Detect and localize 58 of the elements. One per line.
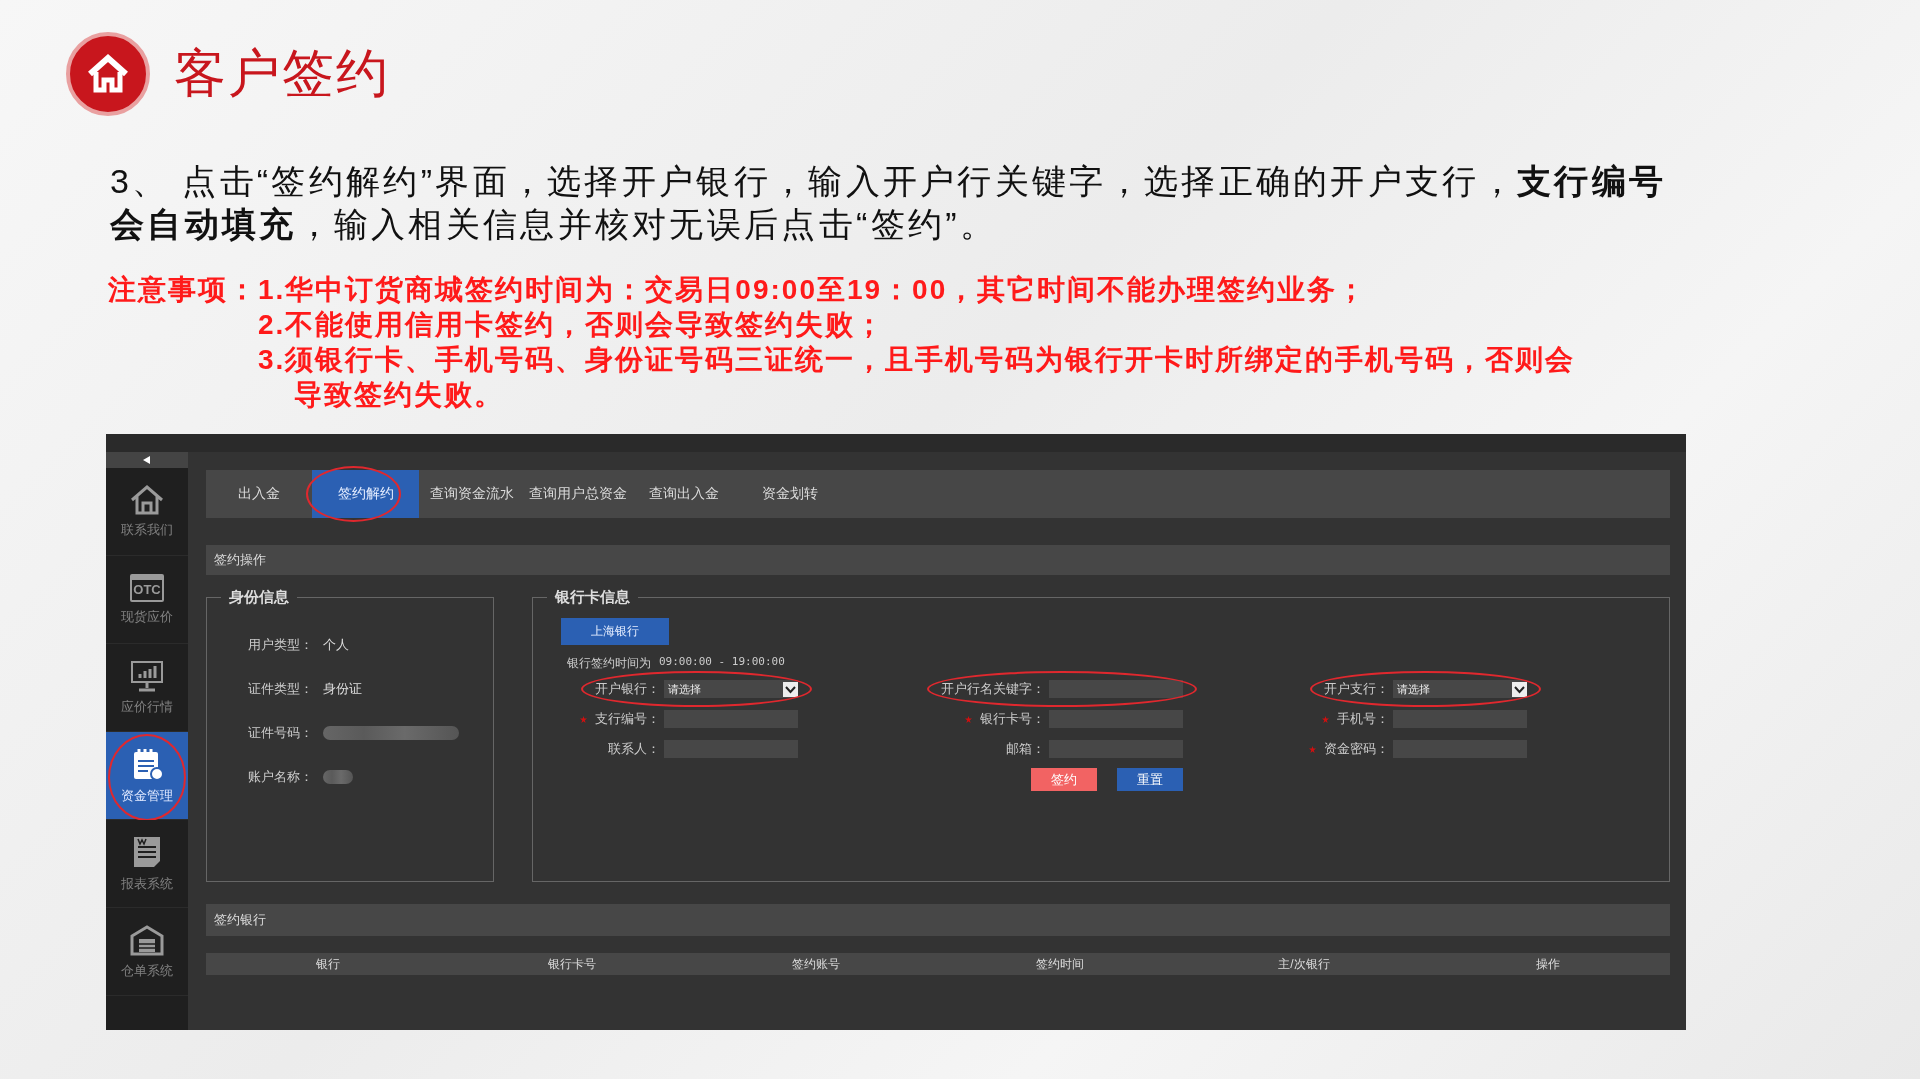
column-header: 签约账号: [792, 955, 840, 973]
input-field[interactable]: [1049, 680, 1183, 698]
sidebar-item[interactable]: 资金管理: [106, 732, 188, 820]
field-label: 账户名称：: [247, 768, 314, 786]
tab[interactable]: 查询出入金: [631, 470, 737, 518]
required-star-icon: [1309, 745, 1316, 753]
otc-icon: OTC: [130, 573, 164, 602]
section-title: 签约银行: [214, 911, 266, 929]
column-header: 操作: [1536, 955, 1560, 973]
field-label: 支行编号：: [595, 710, 660, 728]
field-label: 证件号码：: [247, 724, 314, 742]
note-text: 2.不能使用信用卡签约，否则会导致签约失败；: [258, 308, 887, 342]
tab[interactable]: 查询用户总资金: [525, 470, 631, 518]
bank-tab[interactable]: 上海银行: [561, 618, 669, 645]
note-text: 3.须银行卡、手机号码、身份证号码三证统一，且手机号码为银行开卡时所绑定的手机号码，否则会导致签约失败。: [258, 343, 1577, 412]
chart-monitor-icon: [130, 659, 164, 692]
select-field[interactable]: 请选择: [1393, 680, 1527, 698]
field-label: 开户行名关键字：: [941, 680, 1045, 698]
select-field[interactable]: 请选择: [664, 680, 798, 698]
instruction-text: 3、 点击“签约解约”界面，选择开户银行，输入开户行关键字，选择正确的开户支行，支行编号会自动填充，输入相关信息并核对无误后点击“签约”。: [110, 161, 1668, 245]
required-star-icon: [965, 715, 972, 723]
column-header: 银行卡号: [548, 955, 596, 973]
field-value: 个人: [323, 636, 350, 654]
note-text: 1.华中订货商城签约时间为：交易日09:00至19：00，其它时间不能办理签约业务；: [258, 273, 1369, 307]
field-label: 用户类型：: [247, 636, 314, 654]
sidebar-item[interactable]: 报表系统: [106, 820, 188, 908]
tab[interactable]: 出入金: [206, 470, 312, 518]
document-icon: [132, 834, 162, 869]
notes-label: 注意事项：: [108, 273, 258, 307]
section-title: 签约操作: [214, 551, 266, 569]
field-label: 证件类型：: [247, 680, 314, 698]
tab[interactable]: 查询资金流水: [419, 470, 525, 518]
required-star-icon: [580, 715, 587, 723]
form-button[interactable]: 签约: [1031, 768, 1097, 791]
home-icon: [130, 484, 164, 515]
column-header: 主/次银行: [1278, 955, 1330, 973]
blurred-value: [323, 770, 353, 784]
slide-title: 客户签约: [174, 43, 390, 104]
time-range: 09:00:00 - 19:00:00: [659, 655, 785, 670]
field-value: 身份证: [323, 680, 363, 698]
field-label: 银行卡号：: [980, 710, 1045, 728]
column-header: 银行: [316, 955, 340, 973]
warehouse-icon: [130, 923, 164, 956]
time-label: 银行签约时间为: [567, 655, 651, 672]
collapse-bar[interactable]: [106, 452, 188, 468]
field-label: 联系人：: [608, 740, 660, 758]
panel-title: 银行卡信息: [547, 588, 638, 607]
field-label: 手机号：: [1337, 710, 1389, 728]
panel-title: 身份信息: [221, 588, 297, 607]
collapse-arrow-icon: [143, 456, 151, 464]
form-button[interactable]: 重置: [1117, 768, 1183, 791]
required-star-icon: [1322, 715, 1329, 723]
column-header: 签约时间: [1036, 955, 1084, 973]
tab[interactable]: 资金划转: [737, 470, 843, 518]
field-label: 开户支行：: [1324, 680, 1389, 698]
field-label: 资金密码：: [1324, 740, 1389, 758]
field-label: 开户银行：: [595, 680, 660, 698]
field-label: 邮箱：: [1006, 740, 1045, 758]
